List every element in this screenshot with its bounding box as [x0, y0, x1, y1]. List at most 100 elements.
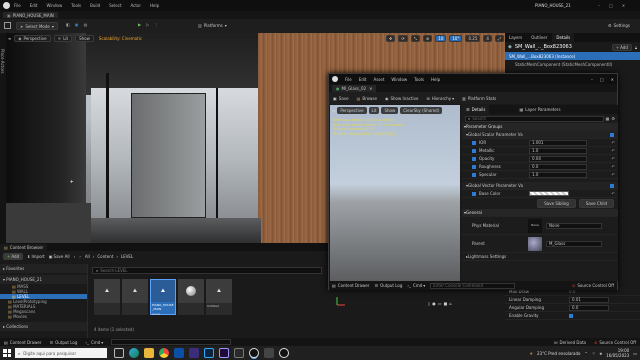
settings-button[interactable]: ⚙ Settings [608, 23, 630, 28]
tab-outliner[interactable]: Outliner [527, 33, 551, 42]
task-view-icon[interactable] [114, 348, 124, 358]
rotate-icon[interactable]: ⟳ [398, 35, 408, 42]
derived-data-button[interactable]: ⛁ Derived Data [554, 340, 586, 345]
minimize-icon[interactable]: – [598, 3, 600, 8]
network-icon[interactable]: ⌔ [592, 351, 596, 356]
param-value[interactable]: 1.001 [529, 139, 587, 146]
viewport-menu-icon[interactable]: ≡ [8, 36, 11, 41]
phys-material-dropdown[interactable]: None [546, 222, 602, 229]
import-button[interactable]: ⬇ Import [27, 254, 45, 259]
menu-build[interactable]: Build [90, 3, 100, 8]
grid-snap[interactable]: 10 [435, 35, 447, 42]
save-all-button[interactable]: ▣ Save All [49, 254, 70, 259]
enable-gravity-checkbox[interactable] [569, 313, 573, 318]
parent-thumbnail[interactable] [528, 236, 542, 251]
content-drawer-button[interactable]: ▤ Content Drawer [4, 340, 42, 345]
volume-icon[interactable]: 🔊︎ [600, 351, 603, 356]
close-icon[interactable]: ✕ [611, 77, 614, 82]
edge-icon[interactable] [129, 348, 139, 358]
breadcrumb-all[interactable]: All [85, 254, 90, 259]
save-icon[interactable] [4, 22, 11, 29]
menu-select[interactable]: Select [109, 3, 121, 8]
param-value[interactable]: 0.04 [529, 155, 587, 162]
tab-details[interactable]: Details [552, 33, 575, 42]
me-platform-stats-button[interactable]: ▥ Platform Stats [462, 96, 496, 101]
weather-icon[interactable]: ☀ [529, 351, 533, 356]
blueprint-icon[interactable]: ▣ [75, 22, 79, 27]
windows-start-icon[interactable] [3, 349, 11, 357]
show-button[interactable]: Show [75, 35, 94, 42]
me-browse-button[interactable]: ▤ Browse [357, 96, 377, 101]
scale-icon[interactable]: ⤡ [410, 35, 420, 42]
asset-tile[interactable] [178, 279, 204, 315]
forward-icon[interactable]: › [79, 254, 81, 259]
reset-icon[interactable]: ↶ [612, 140, 615, 145]
chrome-icon[interactable] [159, 348, 169, 358]
premiere-icon[interactable] [219, 348, 229, 358]
unreal-icon[interactable] [279, 348, 289, 358]
me-output-log-button[interactable]: ☰ Output Log [375, 283, 403, 288]
me-menu-window[interactable]: Window [391, 77, 407, 82]
param-override-checkbox[interactable] [472, 172, 476, 177]
asset-tile-selected[interactable]: ⛰ PIANO_HOUSE_MAIN Level [150, 279, 176, 316]
save-sibling-button[interactable]: Save Sibling [537, 199, 576, 208]
asset-tile[interactable]: ⛰ [94, 279, 120, 315]
file-explorer-icon[interactable] [144, 348, 154, 358]
breadcrumb-level[interactable]: LEVEL [121, 254, 133, 259]
me-show-button[interactable]: Show [381, 107, 399, 114]
me-menu-file[interactable]: File [345, 77, 352, 82]
me-content-drawer-button[interactable]: ▤ Content Drawer [332, 283, 370, 288]
collections-header[interactable]: ▸ Collections [0, 322, 87, 331]
scalar-group-header[interactable]: ▾ Global Scalar Parameter Va [462, 131, 618, 139]
me-lit-button[interactable]: Lit [368, 107, 380, 114]
lock-icon[interactable]: 🔒︎ [635, 45, 637, 50]
photoshop-icon[interactable] [204, 348, 214, 358]
app-icon[interactable] [174, 348, 184, 358]
cylinder-icon[interactable]: ▯ [428, 301, 430, 306]
scale-snap[interactable]: 0.25 [465, 35, 481, 42]
level-tab[interactable]: ▣ PIANO_HOUSE_MAIN [3, 12, 58, 18]
cube-icon[interactable]: ■ [443, 301, 447, 306]
menu-window[interactable]: Window [46, 3, 62, 8]
param-value[interactable]: 1.0 [529, 171, 587, 178]
notifications-icon[interactable]: ▭ [633, 351, 637, 356]
base-color-swatch[interactable] [529, 191, 569, 196]
param-value[interactable]: 1.0 [529, 147, 587, 154]
lit-button[interactable]: ☼ Lit [53, 35, 73, 42]
menu-help[interactable]: Help [150, 3, 159, 8]
app-icon[interactable] [189, 348, 199, 358]
grid-view-icon[interactable]: ▦ [606, 116, 610, 121]
reset-icon[interactable]: ↶ [612, 172, 615, 177]
scalability-label[interactable]: Scalability: Cinematic [97, 36, 144, 41]
content-browser-tab[interactable]: ▤ Content Browser [0, 243, 48, 251]
play-icon[interactable]: ▶ [138, 22, 141, 27]
close-tab-icon[interactable]: ✕ [369, 86, 372, 91]
phys-material-thumbnail[interactable]: None [528, 218, 542, 233]
parent-dropdown[interactable]: M_Glass [546, 240, 602, 247]
param-override-checkbox[interactable] [472, 148, 476, 153]
me-save-button[interactable]: ▣ Save [333, 96, 349, 101]
select-mode-button[interactable]: ➤ Select Mode ▾ [16, 22, 58, 30]
folder-item[interactable]: ▤ Movies [0, 314, 87, 319]
tab-details[interactable]: ☰ Details [462, 105, 490, 114]
me-show-inactive-button[interactable]: ◉ Show Inactive [385, 96, 418, 101]
ue-logo-icon[interactable] [3, 2, 10, 9]
asset-tile[interactable]: ⛰ [122, 279, 148, 315]
step-icon[interactable]: ▷ [146, 22, 149, 27]
reset-icon[interactable]: ↶ [612, 164, 615, 169]
ue-logo-icon[interactable] [332, 76, 338, 82]
reset-icon[interactable]: ↶ [612, 148, 615, 153]
weather-text[interactable]: 23°C Pred ensolarado [537, 351, 581, 356]
prop-value[interactable]: 0.01 [569, 296, 609, 303]
menu-edit[interactable]: Edit [30, 3, 38, 8]
source-control-button[interactable]: ⊘ Source Control Off [594, 340, 636, 345]
me-console-input[interactable]: Enter Console Command [430, 282, 516, 289]
output-log-button[interactable]: ☰ Output Log [50, 340, 78, 345]
console-input[interactable] [111, 339, 232, 345]
close-icon[interactable]: ✕ [622, 3, 625, 8]
me-source-control[interactable]: ⊘ Source Control Off [572, 283, 614, 288]
me-sky-button[interactable]: ClearSky (Shared) [400, 107, 443, 114]
menu-file[interactable]: File [14, 3, 21, 8]
prop-value[interactable]: 0.0 [569, 304, 609, 311]
minimize-icon[interactable]: – [591, 77, 593, 82]
